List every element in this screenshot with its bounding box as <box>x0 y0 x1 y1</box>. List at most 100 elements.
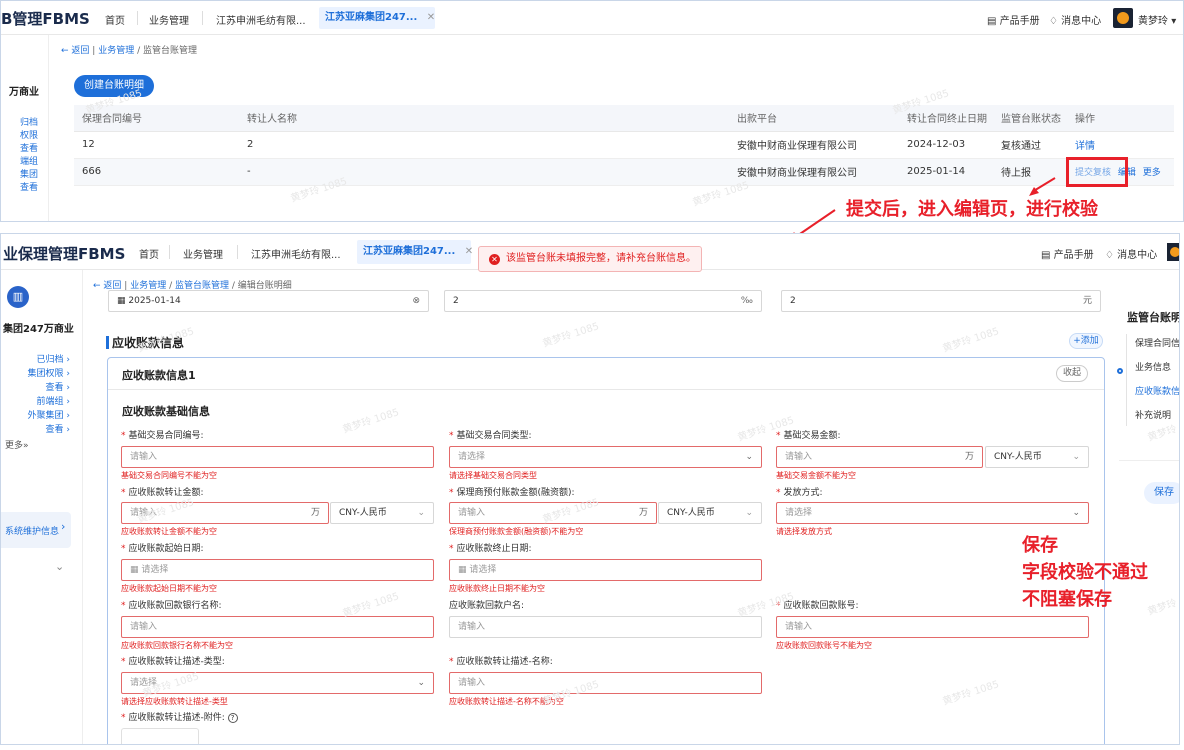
nav-home[interactable]: 首页 <box>139 246 159 261</box>
bell-icon: ♢ <box>1105 250 1118 261</box>
sidebar-item-archived[interactable]: 已归档 › <box>37 352 70 365</box>
rate-field-prev[interactable]: 2 ‰ <box>444 290 762 312</box>
sidebar-item-view2[interactable]: 查看 › <box>46 422 70 435</box>
error-message: 应收账款回款账号不能为空 <box>776 641 872 650</box>
save-button[interactable]: 保存 <box>1144 482 1179 504</box>
field-label: * 基础交易合同类型: <box>449 431 532 441</box>
error-message: 应收账款回款银行名称不能为空 <box>121 641 233 650</box>
account-name-input[interactable]: 请输入 <box>449 616 762 638</box>
sidebar-item-frontend[interactable]: 前端组 › <box>37 394 70 407</box>
chevron-down-icon: ⌄ <box>1072 452 1080 462</box>
contract-type-select[interactable]: 请选择 ⌄ <box>449 446 762 468</box>
anchor-supplement[interactable]: 补充说明 <box>1135 408 1171 421</box>
field-label: * 应收账款转让描述-名称: <box>449 657 553 667</box>
field-label: * 应收账款回款银行名称: <box>121 601 222 611</box>
end-date-picker[interactable]: ▦ 请选择 <box>449 559 762 581</box>
sidebar-item-group[interactable]: 外聚集团 › <box>28 408 70 421</box>
card-title: 应收账款信息1 <box>122 369 196 382</box>
error-message: 基础交易金额不能为空 <box>776 471 856 480</box>
chevron-down-icon: ⌄ <box>417 508 425 518</box>
anchor-nav-title: 监管台账明细 <box>1127 311 1179 324</box>
anchor-dot <box>1117 368 1123 374</box>
add-receivable-button[interactable]: +添加 <box>1069 333 1103 349</box>
annotation-line: 不阻塞保存 <box>1022 589 1112 610</box>
error-message: 基础交易合同编号不能为空 <box>121 471 217 480</box>
annotation-line: 保存 <box>1022 535 1058 556</box>
chevron-down-icon: ⌄ <box>1072 508 1080 518</box>
section-accent <box>106 336 109 349</box>
start-date-picker[interactable]: ▦ 请选择 <box>121 559 434 581</box>
field-label: * 应收账款转让描述-附件: ? <box>121 710 238 723</box>
currency-select[interactable]: CNY-人民币 ⌄ <box>330 502 434 524</box>
trade-amount-input[interactable]: 请输入万 <box>776 446 983 468</box>
anchor-receivable[interactable]: 应收账款信息 <box>1135 384 1179 397</box>
field-label: * 基础交易金额: <box>776 431 841 441</box>
annotation-submit-note: 提交后，进入编辑页，进行校验 <box>846 199 1098 220</box>
chevron-right-icon: › <box>61 520 66 533</box>
sidebar-item-permission[interactable]: 集团权限 › <box>28 366 70 379</box>
app-logo: 业保理管理FBMS <box>3 245 126 263</box>
error-message: 保理商预付账款金额(融资额)不能为空 <box>449 527 584 536</box>
field-label: * 发放方式: <box>776 488 823 498</box>
avatar-sun <box>1170 247 1179 257</box>
anchor-nav: 监管台账明细 保理合同信息 业务信息 应收账款信息 补充说明 <box>1117 294 1179 514</box>
anchor-business[interactable]: 业务信息 <box>1135 360 1171 373</box>
currency-select[interactable]: CNY-人民币 ⌄ <box>658 502 762 524</box>
messages-link[interactable]: ♢ 消息中心 <box>1105 246 1157 261</box>
bank-name-input[interactable]: 请输入 <box>121 616 434 638</box>
chevron-down-icon: ⌄ <box>745 452 753 462</box>
company-name: 集团247万商业 <box>3 324 74 335</box>
calendar-icon: ▦ <box>458 565 470 575</box>
divider <box>237 245 238 259</box>
sidebar: ▥ 集团247万商业 已归档 › 集团权限 › 查看 › 前端组 › 外聚集团 … <box>1 270 83 744</box>
amount-field-prev[interactable]: 2元 <box>781 290 1101 312</box>
sidebar-active-label: 系统维护信息 <box>5 527 60 537</box>
issue-method-select[interactable]: 请选择 ⌄ <box>776 502 1089 524</box>
error-message: 应收账款转让金额不能为空 <box>121 527 217 536</box>
field-label: * 基础交易合同编号: <box>121 431 204 441</box>
sidebar-active-item[interactable]: 系统维护信息 › <box>1 512 71 548</box>
tab-shenzhou[interactable]: 江苏申洲毛纺有限... <box>251 246 341 261</box>
anchor-contract[interactable]: 保理合同信息 <box>1135 336 1179 349</box>
date-field-prev[interactable]: ▦ 2025-01-14 ⊗ <box>108 290 429 312</box>
avatar[interactable] <box>1167 243 1179 261</box>
watermark: 黄梦玲 1085 <box>541 321 601 350</box>
attachment-upload[interactable] <box>121 728 199 744</box>
error-message: 请选择基础交易合同类型 <box>449 471 537 480</box>
clear-icon[interactable]: ⊗ <box>412 291 420 311</box>
chevron-down-icon[interactable]: ⌄ <box>55 560 64 573</box>
close-icon[interactable]: ✕ <box>465 246 473 257</box>
field-label: * 应收账款终止日期: <box>449 544 532 554</box>
manual-link[interactable]: ▤ 产品手册 <box>1041 246 1094 261</box>
currency-select[interactable]: CNY-人民币 ⌄ <box>985 446 1089 468</box>
collapse-button[interactable]: 收起 <box>1056 365 1088 382</box>
field-label: 应收账款回款户名: <box>449 601 525 611</box>
error-message: 请选择应收账款转让描述-类型 <box>121 697 228 706</box>
error-message: 应收账款起始日期不能为空 <box>121 584 217 593</box>
watermark: 黄梦玲 1085 <box>941 326 1001 355</box>
contract-no-input[interactable]: 请输入 <box>121 446 434 468</box>
transfer-name-input[interactable]: 请输入 <box>449 672 762 694</box>
sub-section-title: 应收账款基础信息 <box>122 405 210 418</box>
show-more-link[interactable]: 更多» <box>5 438 29 451</box>
error-message: 应收账款终止日期不能为空 <box>449 584 545 593</box>
field-label: * 保理商预付账款金额(融资额): <box>449 488 575 498</box>
building-icon: ▥ <box>7 286 29 308</box>
help-icon[interactable]: ? <box>227 713 238 723</box>
tab-yama-active[interactable]: 江苏亚麻集团247... ✕ <box>357 240 473 264</box>
nav-business[interactable]: 业务管理 <box>183 246 223 261</box>
edit-page-screenshot: 业保理管理FBMS 首页 业务管理 江苏申洲毛纺有限... 江苏亚麻集团247.… <box>0 233 1180 745</box>
annotation-line: 字段校验不通过 <box>1022 562 1148 583</box>
validation-error-toast: ✕ 该监管台账未填报完整，请补充台账信息。 <box>478 246 702 272</box>
sidebar-item-view[interactable]: 查看 › <box>46 380 70 393</box>
book-icon: ▤ <box>1041 250 1054 261</box>
annotation-arrows <box>788 177 1056 242</box>
field-label: * 应收账款起始日期: <box>121 544 204 554</box>
account-no-input[interactable]: 请输入 <box>776 616 1089 638</box>
card-header: 应收账款信息1 收起 <box>108 358 1104 390</box>
calendar-icon: ▦ <box>117 296 129 306</box>
chevron-up-icon[interactable]: ⌃ <box>55 742 64 744</box>
anchor-line <box>1126 334 1127 426</box>
divider <box>169 245 170 259</box>
divider <box>1119 460 1179 461</box>
